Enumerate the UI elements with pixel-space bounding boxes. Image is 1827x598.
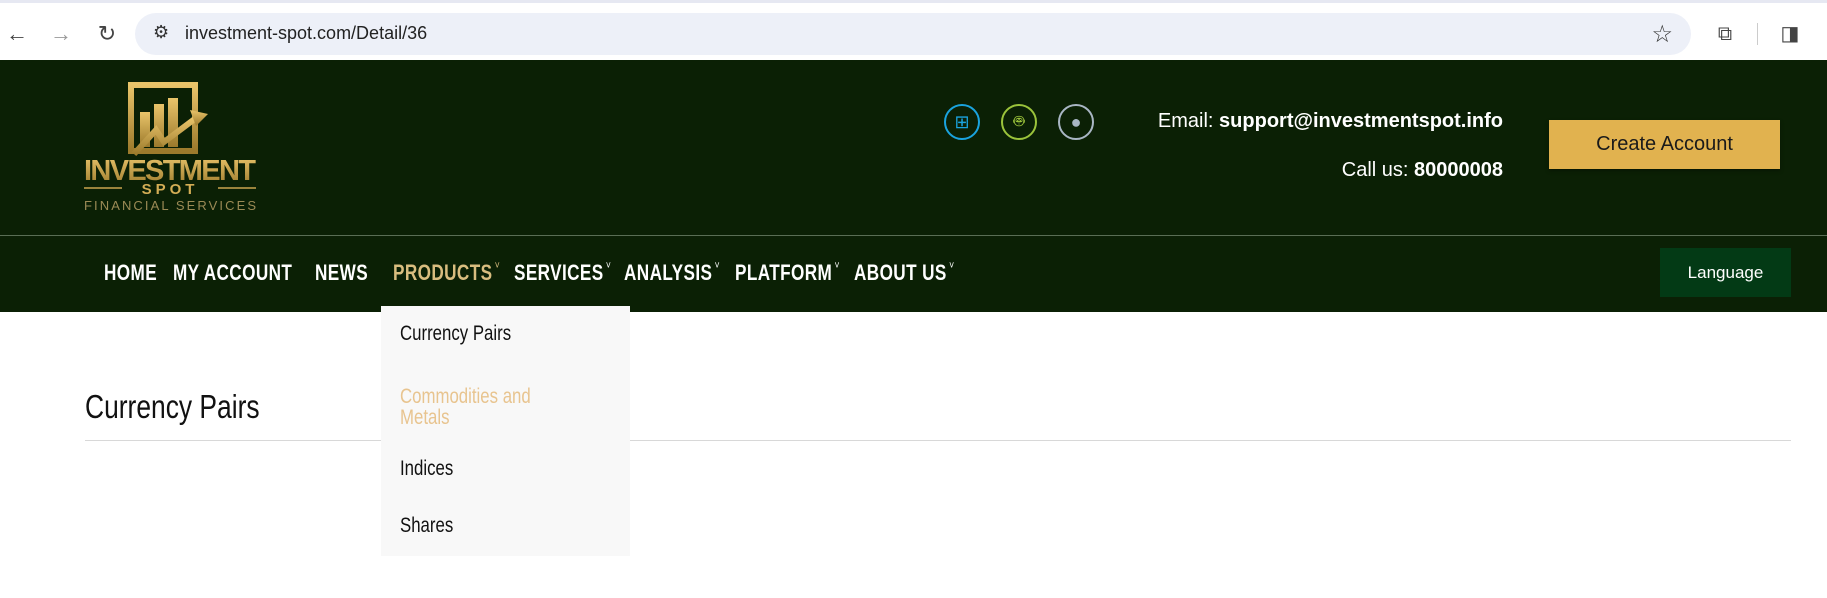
create-account-button[interactable]: Create Account bbox=[1549, 120, 1780, 169]
chevron-down-icon: ˅ bbox=[714, 260, 721, 272]
logo[interactable]: INVESTMENT SPOT FINANCIAL SERVICES bbox=[84, 82, 264, 214]
nav-my-account[interactable]: MY ACCOUNT bbox=[173, 260, 292, 286]
chevron-down-icon: ˅ bbox=[605, 260, 612, 272]
forward-icon[interactable]: → bbox=[46, 19, 76, 49]
svg-text:FINANCIAL SERVICES: FINANCIAL SERVICES bbox=[84, 198, 256, 213]
nav-about-us[interactable]: ABOUT US ˅ bbox=[854, 260, 954, 286]
nav-label: PRODUCTS bbox=[393, 260, 493, 285]
nav-label: PLATFORM bbox=[735, 260, 833, 285]
nav-services[interactable]: SERVICES ˅ bbox=[514, 260, 611, 286]
menu-item-commodities-and-metals[interactable]: Commodities and Metals bbox=[381, 374, 630, 428]
windows-icon[interactable]: ⊞ bbox=[944, 104, 980, 140]
site-settings-icon[interactable]: ⚙ bbox=[153, 22, 169, 43]
menu-item-shares[interactable]: Shares bbox=[400, 515, 453, 536]
svg-text:SPOT: SPOT bbox=[142, 181, 199, 198]
nav-platform[interactable]: PLATFORM ˅ bbox=[735, 260, 840, 286]
nav-products[interactable]: PRODUCTS ˅ bbox=[393, 260, 500, 286]
phone-number[interactable]: 80000008 bbox=[1414, 159, 1503, 181]
language-button[interactable]: Language bbox=[1660, 248, 1791, 297]
reload-icon[interactable]: ↻ bbox=[92, 19, 122, 49]
chevron-down-icon: ˅ bbox=[949, 260, 955, 272]
email-link[interactable]: support@investmentspot.info bbox=[1219, 110, 1503, 132]
nav-label: ABOUT US bbox=[854, 260, 947, 285]
menu-item-currency-pairs[interactable]: Currency Pairs bbox=[400, 323, 511, 344]
side-panel-icon[interactable]: ◨ bbox=[1775, 19, 1805, 49]
logo-graphic: INVESTMENT SPOT FINANCIAL SERVICES bbox=[84, 82, 256, 213]
email-label: Email: bbox=[1157, 110, 1214, 132]
bookmark-star-icon[interactable]: ☆ bbox=[1651, 20, 1673, 49]
nav-news[interactable]: NEWS bbox=[315, 260, 368, 286]
page-title: Currency Pairs bbox=[85, 388, 260, 425]
menu-item-line: Commodities and bbox=[400, 385, 531, 408]
site-header: INVESTMENT SPOT FINANCIAL SERVICES ⊞ 🤖︎ … bbox=[0, 60, 1827, 235]
main-nav: HOME MY ACCOUNT NEWS PRODUCTS ˅ SERVICES ˅… bbox=[0, 235, 1827, 312]
toolbar-divider bbox=[1757, 23, 1758, 45]
url-text[interactable]: investment-spot.com/Detail/36 bbox=[185, 23, 427, 44]
apple-icon[interactable]: ● bbox=[1058, 104, 1094, 140]
android-icon[interactable]: 🤖︎ bbox=[1001, 104, 1037, 140]
nav-label: HOME bbox=[104, 260, 158, 285]
address-bar[interactable]: ⚙ investment-spot.com/Detail/36 ☆ bbox=[135, 13, 1691, 55]
products-dropdown: Currency Pairs Commodities and Metals In… bbox=[381, 306, 630, 556]
extensions-icon[interactable]: ⧉ bbox=[1710, 19, 1740, 49]
nav-home[interactable]: HOME bbox=[104, 260, 157, 286]
nav-analysis[interactable]: ANALYSIS ˅ bbox=[624, 260, 720, 286]
nav-label: ANALYSIS bbox=[624, 260, 713, 285]
nav-label: MY ACCOUNT bbox=[173, 260, 293, 285]
chevron-down-icon: ˅ bbox=[494, 260, 501, 272]
call-label: Call us: bbox=[1341, 159, 1409, 181]
email-line: Email: support@investmentspot.info bbox=[1158, 110, 1503, 133]
chevron-down-icon: ˅ bbox=[834, 260, 840, 272]
nav-label: NEWS bbox=[315, 260, 369, 285]
browser-toolbar: ← → ↻ ⚙ investment-spot.com/Detail/36 ☆ … bbox=[0, 0, 1827, 60]
menu-item-indices[interactable]: Indices bbox=[400, 458, 453, 479]
phone-line: Call us: 80000008 bbox=[1342, 159, 1503, 182]
nav-label: SERVICES bbox=[514, 260, 604, 285]
back-icon[interactable]: ← bbox=[2, 19, 32, 49]
menu-item-line: Metals bbox=[400, 406, 450, 429]
title-divider bbox=[85, 440, 1791, 441]
